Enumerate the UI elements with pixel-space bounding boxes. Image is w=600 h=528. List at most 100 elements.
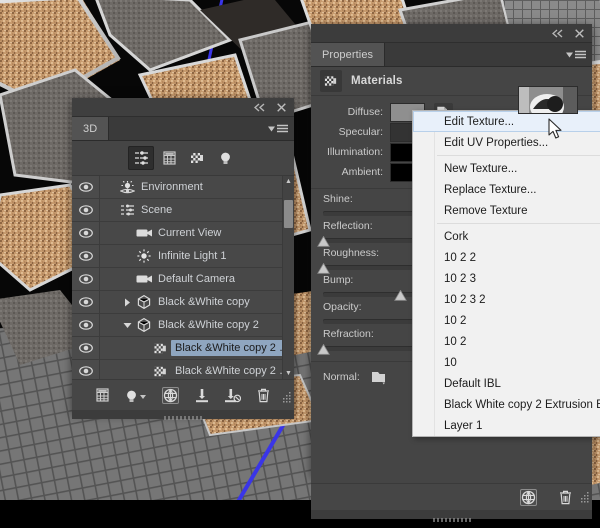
panel-grip-icon[interactable] (432, 510, 472, 528)
close-icon[interactable] (275, 101, 288, 114)
texture-thumbnail[interactable] (518, 86, 578, 114)
double-chevron-left-icon[interactable] (551, 27, 564, 40)
menu-item[interactable]: Black White copy 2 Extrusion Bump (413, 394, 600, 415)
menu-item[interactable]: 10 2 3 2 (413, 289, 600, 310)
panel-menu-icon[interactable] (566, 50, 586, 59)
eye-icon (78, 274, 93, 284)
scene-tree-row[interactable]: Black &White copy 2 Fron... (72, 337, 294, 360)
panel-grip-icon[interactable] (163, 408, 203, 426)
delete-material-button[interactable] (559, 490, 572, 505)
double-chevron-left-icon[interactable] (253, 101, 266, 114)
panel-3d-footer[interactable] (72, 379, 294, 410)
scene-tree-row-label: Infinite Light 1 (158, 250, 227, 262)
panel-menu-icon[interactable] (268, 124, 288, 133)
scene-tree-row-label: Black &White copy 2 Fron... (171, 340, 294, 356)
eye-icon (78, 228, 93, 238)
tab-3d[interactable]: 3D (72, 117, 110, 140)
light-bulb-icon[interactable] (212, 146, 238, 170)
slider-knob[interactable] (317, 234, 330, 247)
scene-icon[interactable] (128, 146, 154, 170)
materials-icon[interactable] (184, 146, 210, 170)
menu-item[interactable]: Remove Texture (413, 200, 600, 221)
menu-item[interactable]: 10 2 (413, 310, 600, 331)
chevron-down-icon[interactable] (121, 322, 134, 329)
delete-light-button[interactable] (225, 388, 241, 403)
scene-tree-row[interactable]: Environment (72, 176, 294, 199)
scene-tree-row[interactable]: Default Camera (72, 268, 294, 291)
panel-properties-tabbar[interactable]: Properties (311, 43, 592, 67)
scene-tree-row[interactable]: Black &White copy 2 (72, 314, 294, 337)
menu-item[interactable]: Layer 1 (413, 415, 600, 436)
visibility-toggle[interactable] (72, 222, 100, 244)
texture-context-menu[interactable]: Edit Texture... Edit UV Properties... New … (412, 110, 600, 437)
scene-tree-row[interactable]: Infinite Light 1 (72, 245, 294, 268)
chevron-down-icon[interactable] (140, 386, 146, 404)
add-mesh-button[interactable] (96, 388, 109, 402)
row-icon-slot (151, 365, 171, 378)
visibility-toggle[interactable] (72, 268, 100, 290)
camera-icon (136, 274, 153, 284)
visibility-toggle[interactable] (72, 337, 100, 359)
slider-knob[interactable] (394, 288, 407, 301)
mesh-icon[interactable] (156, 146, 182, 170)
chevron-right-icon[interactable] (121, 298, 134, 307)
scroll-up-icon[interactable]: ▲ (285, 176, 292, 187)
toggle-ground-plane-button[interactable] (162, 386, 179, 404)
row-icon-slot (151, 342, 171, 355)
menu-item[interactable]: New Texture... (413, 158, 600, 179)
trash-icon (559, 490, 572, 505)
scene-tree-row[interactable]: Black &White copy (72, 291, 294, 314)
scene-tree-row[interactable]: Black &White copy 2 Fron... (72, 360, 294, 379)
delete-button[interactable] (257, 388, 270, 403)
scene-tree-row-label: Black &White copy 2 Fron... (175, 365, 294, 377)
menu-item[interactable]: Edit UV Properties... (413, 132, 600, 153)
scene-tree-scrollbar[interactable]: ▲ ▼ (282, 176, 294, 379)
panel-3d-tabbar[interactable]: 3D (72, 117, 294, 141)
swatch-label: Illumination: (326, 146, 383, 158)
load-material-button[interactable] (520, 488, 537, 506)
visibility-toggle[interactable] (72, 245, 100, 267)
scene-tree-row-label: Current View (158, 227, 222, 239)
slider-knob[interactable] (317, 342, 330, 355)
add-light-button[interactable] (125, 389, 138, 404)
visibility-toggle[interactable] (72, 314, 100, 336)
panel-3d-titlebar[interactable] (72, 98, 294, 117)
add-ibl-button[interactable] (195, 388, 209, 403)
menu-item[interactable]: 10 2 2 (413, 247, 600, 268)
tab-properties[interactable]: Properties (311, 43, 386, 66)
resize-grip-icon[interactable] (579, 490, 590, 508)
visibility-toggle[interactable] (72, 291, 100, 313)
scene-tree-row[interactable]: Current View (72, 222, 294, 245)
panel-3d[interactable]: 3D Environment Scene Current View Infini… (72, 98, 294, 420)
scrollbar-thumb[interactable] (284, 200, 293, 228)
camera-icon (136, 228, 153, 238)
tabbar-filler (385, 43, 592, 66)
menu-item[interactable]: Cork (413, 226, 600, 247)
slider-knob[interactable] (317, 261, 330, 274)
visibility-toggle[interactable] (72, 360, 100, 379)
scene-tree-row-label: Black &White copy (158, 296, 250, 308)
scene-tree-list[interactable]: Environment Scene Current View Infinite … (72, 176, 294, 379)
visibility-toggle[interactable] (72, 199, 100, 221)
scroll-down-icon[interactable]: ▼ (285, 368, 292, 379)
eye-icon (78, 297, 93, 307)
eye-icon (78, 366, 93, 376)
menu-item[interactable]: 10 (413, 352, 600, 373)
panel-3d-filter-toolbar[interactable] (72, 141, 294, 176)
menu-item[interactable]: 10 2 (413, 331, 600, 352)
close-icon[interactable] (573, 27, 586, 40)
texture-menu-icon[interactable] (370, 368, 389, 386)
visibility-toggle[interactable] (72, 176, 100, 198)
scene-tree-row[interactable]: Scene (72, 199, 294, 222)
panel-properties-titlebar[interactable] (311, 24, 592, 43)
menu-item[interactable]: Replace Texture... (413, 179, 600, 200)
resize-grip-icon[interactable] (281, 390, 292, 408)
menu-item[interactable]: Default IBL (413, 373, 600, 394)
scene-tree-row-label: Environment (141, 181, 203, 193)
properties-footer[interactable] (311, 483, 592, 510)
ibl-delete-icon (225, 388, 241, 403)
add-light-group[interactable] (125, 386, 146, 404)
menu-item[interactable]: 10 2 3 (413, 268, 600, 289)
menu-item[interactable]: Edit Texture... (413, 111, 600, 132)
scene-icon (120, 204, 135, 216)
